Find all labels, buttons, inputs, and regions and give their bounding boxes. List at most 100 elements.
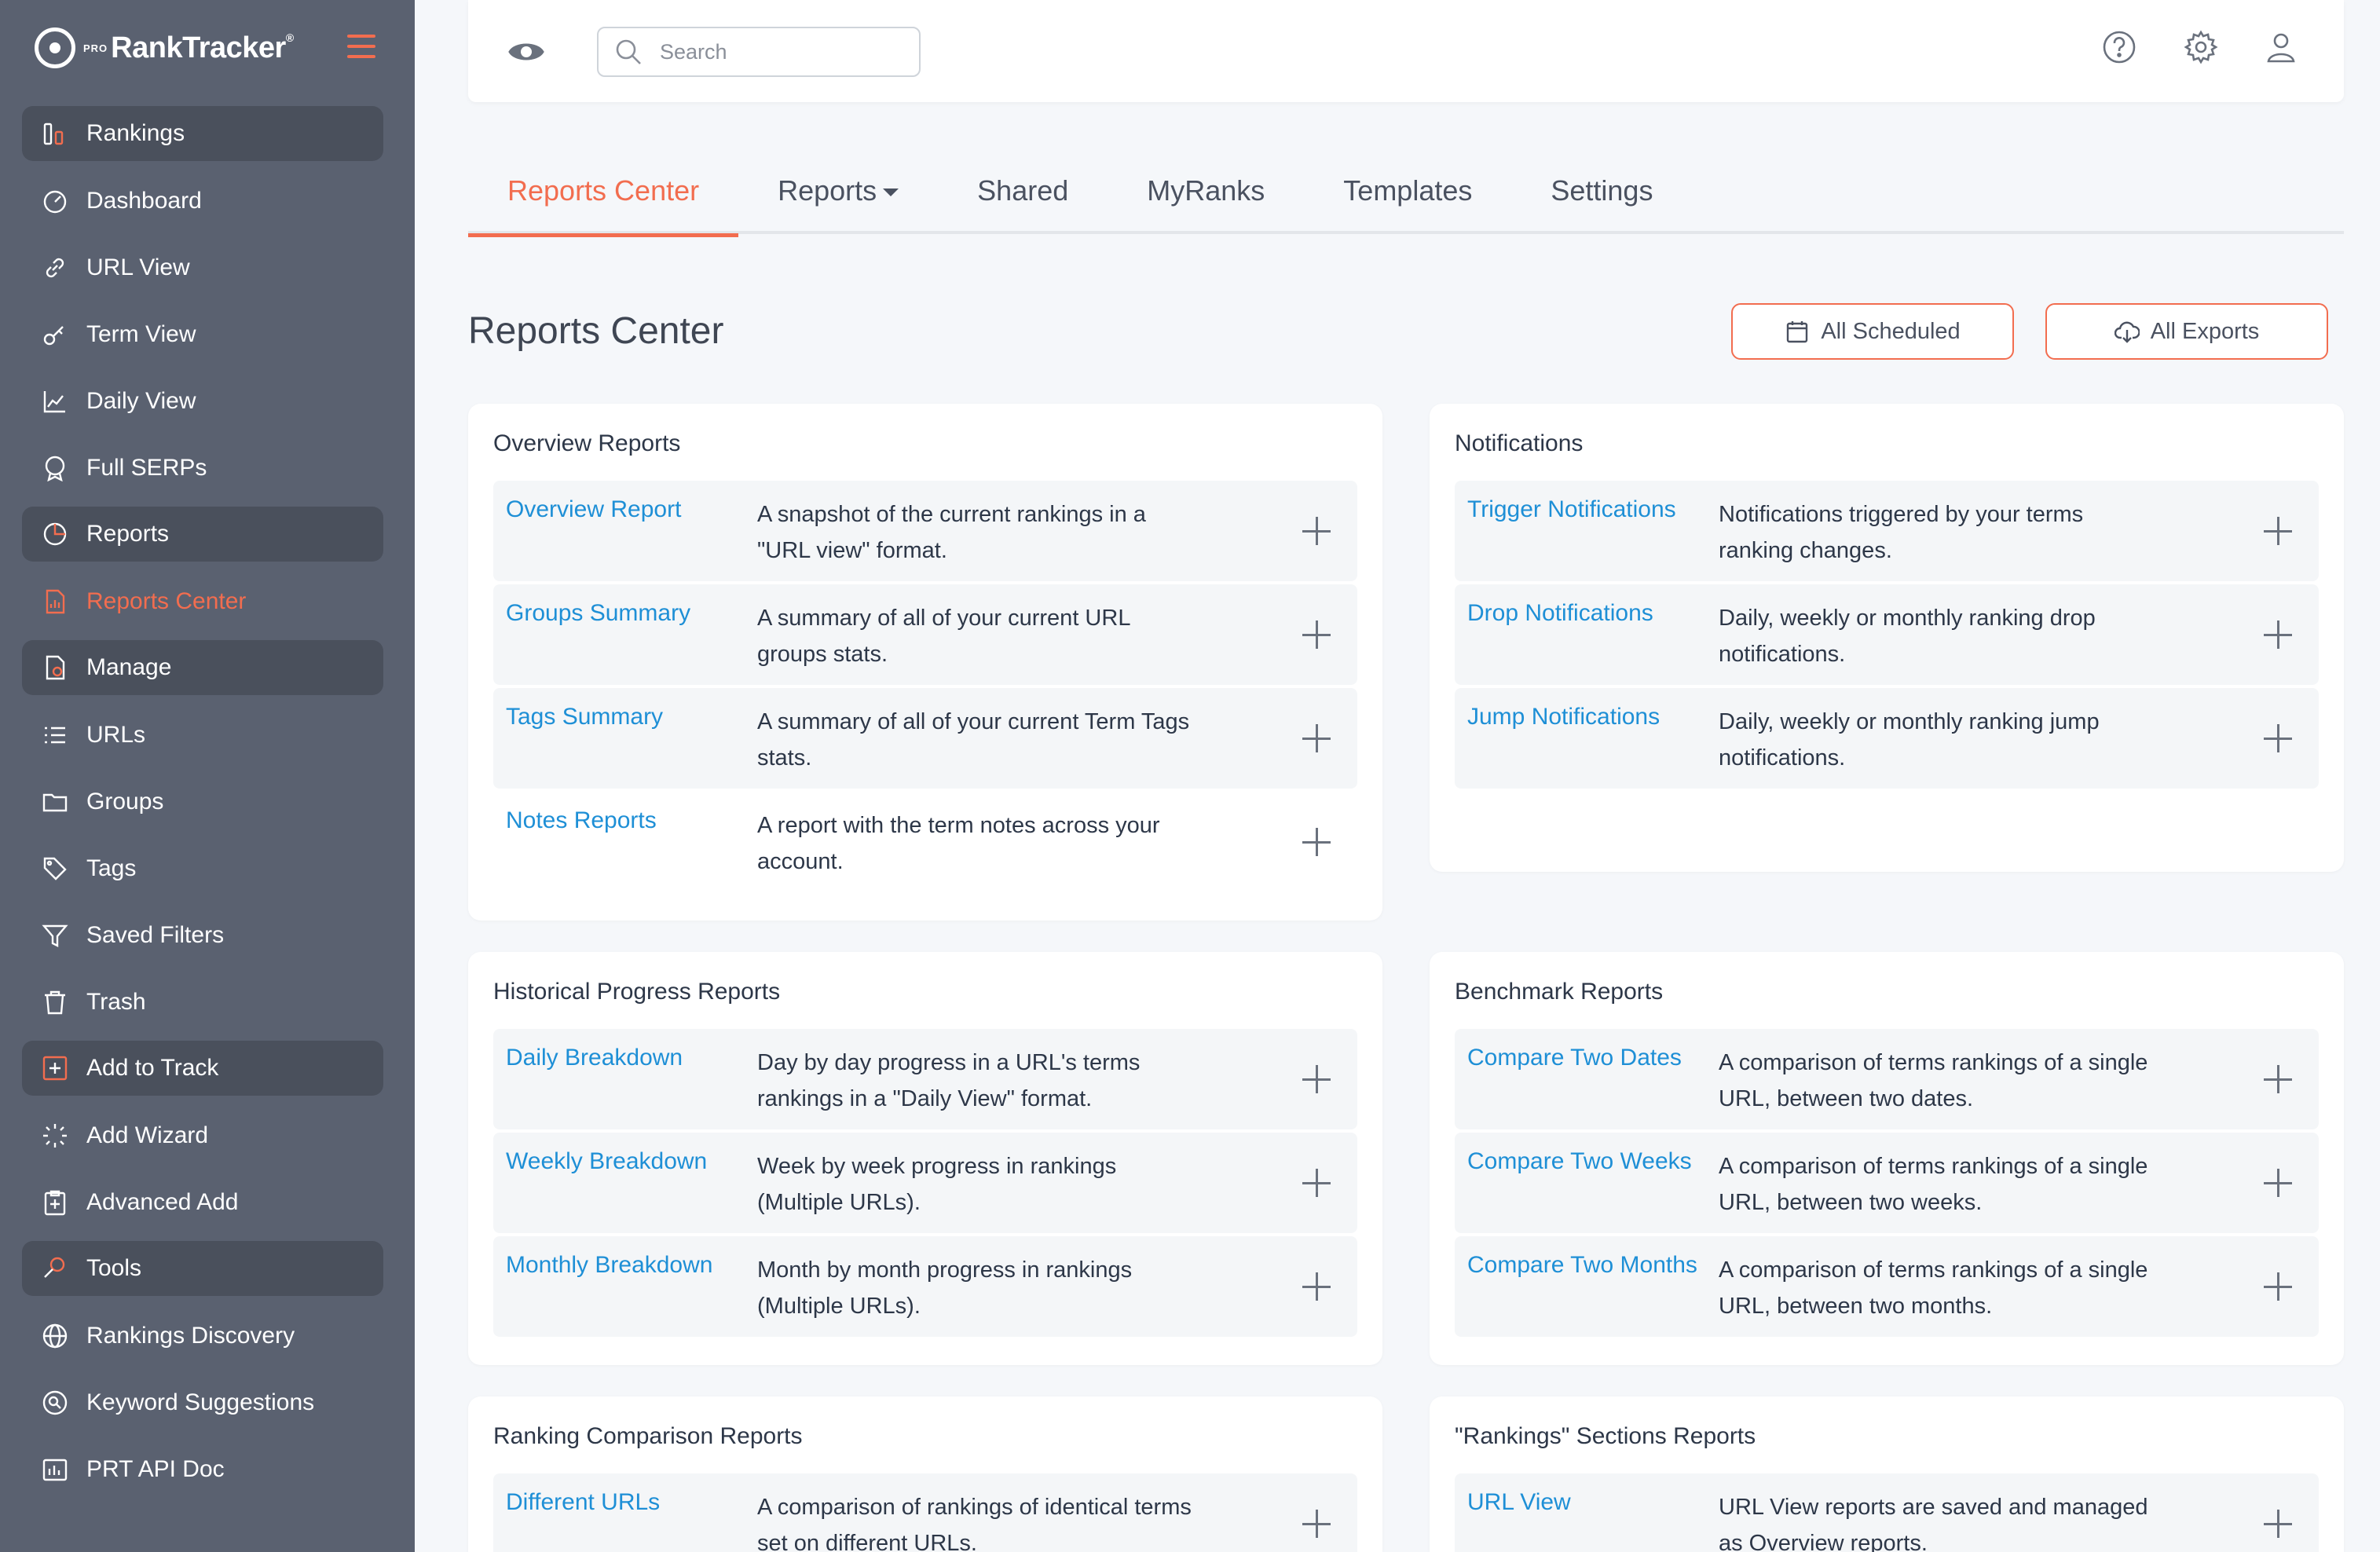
report-link[interactable]: Groups Summary [506, 600, 690, 627]
add-plus-icon[interactable] [2261, 1062, 2295, 1096]
app-logo[interactable]: PRO RankTracker® [35, 25, 294, 71]
user-icon[interactable] [2264, 30, 2298, 64]
report-link[interactable]: Compare Two Dates [1467, 1045, 1682, 1071]
help-icon[interactable] [2102, 30, 2137, 64]
sidebar-item-label: Dashboard [86, 187, 202, 214]
sidebar-item-add-to-track[interactable]: Add to Track [22, 1041, 383, 1096]
sidebar-item-dashboard[interactable]: Dashboard [22, 167, 383, 234]
report-link[interactable]: Tags Summary [506, 704, 663, 730]
report-row: Tags Summary A summary of all of your cu… [493, 688, 1357, 789]
report-link[interactable]: Notes Reports [506, 807, 657, 834]
card-title: "Rankings" Sections Reports [1455, 1423, 1756, 1449]
sidebar-item-advanced-add[interactable]: Advanced Add [22, 1169, 383, 1235]
report-row: Compare Two Months A comparison of terms… [1455, 1236, 2319, 1337]
all-scheduled-button[interactable]: All Scheduled [1731, 303, 2014, 360]
sidebar-item-url-view[interactable]: URL View [22, 234, 383, 301]
sidebar-item-trash[interactable]: Trash [22, 968, 383, 1035]
add-plus-icon[interactable] [2261, 514, 2295, 548]
report-description: URL View reports are saved and managed a… [1719, 1495, 2148, 1552]
sidebar-item-rankings[interactable]: Rankings [22, 106, 383, 161]
sidebar-item-groups[interactable]: Groups [22, 768, 383, 835]
sidebar-item-label: Trash [86, 988, 146, 1015]
sidebar-item-label: Add to Track [86, 1055, 219, 1081]
report-row: Compare Two Dates A comparison of terms … [1455, 1029, 2319, 1129]
report-link[interactable]: Trigger Notifications [1467, 496, 1676, 523]
report-link[interactable]: Drop Notifications [1467, 600, 1653, 627]
report-description: A summary of all of your current Term Ta… [757, 709, 1190, 771]
add-plus-icon[interactable] [2261, 1269, 2295, 1304]
sidebar-item-daily-view[interactable]: Daily View [22, 368, 383, 434]
report-row: Different URLs A comparison of rankings … [493, 1473, 1357, 1552]
sidebar-item-reports[interactable]: Reports [22, 507, 383, 562]
sidebar-item-tools[interactable]: Tools [22, 1241, 383, 1296]
tab-myranks[interactable]: MyRanks [1108, 157, 1304, 234]
report-description: A comparison of rankings of identical te… [757, 1495, 1192, 1552]
sidebar-item-rankings-discovery[interactable]: Rankings Discovery [22, 1302, 383, 1369]
report-link[interactable]: URL View [1467, 1489, 1571, 1516]
add-plus-icon[interactable] [1299, 1062, 1334, 1096]
add-plus-icon[interactable] [1299, 825, 1334, 859]
rankings-sections-card: "Rankings" Sections Reports URL View URL… [1430, 1396, 2344, 1552]
tab-reports[interactable]: Reports [738, 157, 938, 234]
report-link[interactable]: Overview Report [506, 496, 681, 523]
tab-shared[interactable]: Shared [938, 157, 1108, 234]
sidebar-item-term-view[interactable]: Term View [22, 301, 383, 368]
add-plus-icon[interactable] [1299, 721, 1334, 756]
add-plus-icon[interactable] [2261, 1166, 2295, 1200]
card-title: Ranking Comparison Reports [493, 1423, 803, 1449]
report-description: A report with the term notes across your… [757, 813, 1160, 874]
add-plus-icon[interactable] [1299, 617, 1334, 652]
clipboard-plus-icon [41, 1188, 69, 1217]
report-link[interactable]: Jump Notifications [1467, 704, 1660, 730]
report-link[interactable]: Weekly Breakdown [506, 1148, 707, 1175]
report-link[interactable]: Compare Two Months [1467, 1252, 1697, 1279]
sidebar-item-label: URL View [86, 254, 190, 280]
sidebar-item-saved-filters[interactable]: Saved Filters [22, 902, 383, 968]
tag-icon [41, 855, 69, 883]
tab-label: Reports [778, 174, 877, 207]
all-exports-button[interactable]: All Exports [2045, 303, 2328, 360]
tab-label: MyRanks [1147, 174, 1265, 207]
report-row: Jump Notifications Daily, weekly or mont… [1455, 688, 2319, 789]
report-link[interactable]: Monthly Breakdown [506, 1252, 712, 1279]
sidebar-item-urls[interactable]: URLs [22, 701, 383, 768]
add-plus-icon[interactable] [1299, 514, 1334, 548]
sidebar-item-reports-center[interactable]: Reports Center [22, 568, 383, 635]
tab-settings[interactable]: Settings [1511, 157, 1692, 234]
report-description: Week by week progress in rankings (Multi… [757, 1154, 1117, 1215]
sidebar-item-label: Full SERPs [86, 454, 207, 481]
menu-toggle-icon[interactable] [347, 35, 375, 58]
sidebar-item-keyword-suggestions[interactable]: Keyword Suggestions [22, 1369, 383, 1436]
eye-icon[interactable] [507, 33, 545, 71]
add-plus-icon[interactable] [1299, 1166, 1334, 1200]
card-title: Historical Progress Reports [493, 979, 781, 1005]
folder-icon [41, 788, 69, 816]
tab-templates[interactable]: Templates [1304, 157, 1511, 234]
report-link[interactable]: Different URLs [506, 1489, 660, 1516]
plus-square-icon [41, 1054, 69, 1082]
logo-small-text: PRO [83, 42, 108, 54]
add-plus-icon[interactable] [2261, 1506, 2295, 1541]
sidebar-item-label: Rankings [86, 120, 185, 146]
report-link[interactable]: Daily Breakdown [506, 1045, 683, 1071]
sidebar-item-full-serps[interactable]: Full SERPs [22, 434, 383, 501]
search-input[interactable] [660, 39, 895, 64]
report-link[interactable]: Compare Two Weeks [1467, 1148, 1692, 1175]
report-row: Drop Notifications Daily, weekly or mont… [1455, 584, 2319, 685]
sidebar-item-manage[interactable]: Manage [22, 640, 383, 695]
report-description: Daily, weekly or monthly ranking drop no… [1719, 606, 2096, 667]
add-plus-icon[interactable] [2261, 721, 2295, 756]
top-bar [468, 0, 2344, 102]
gear-icon[interactable] [2184, 30, 2218, 64]
sidebar-item-label: PRT API Doc [86, 1455, 225, 1482]
add-plus-icon[interactable] [1299, 1506, 1334, 1541]
sidebar-item-tags[interactable]: Tags [22, 835, 383, 902]
dashboard-icon [41, 187, 69, 215]
sidebar-item-prt-api-doc[interactable]: PRT API Doc [22, 1436, 383, 1503]
sidebar-item-add-wizard[interactable]: Add Wizard [22, 1102, 383, 1169]
tab-label: Templates [1343, 174, 1473, 207]
add-plus-icon[interactable] [2261, 617, 2295, 652]
add-plus-icon[interactable] [1299, 1269, 1334, 1304]
search-icon [616, 39, 641, 64]
tab-reports-center[interactable]: Reports Center [468, 157, 739, 237]
